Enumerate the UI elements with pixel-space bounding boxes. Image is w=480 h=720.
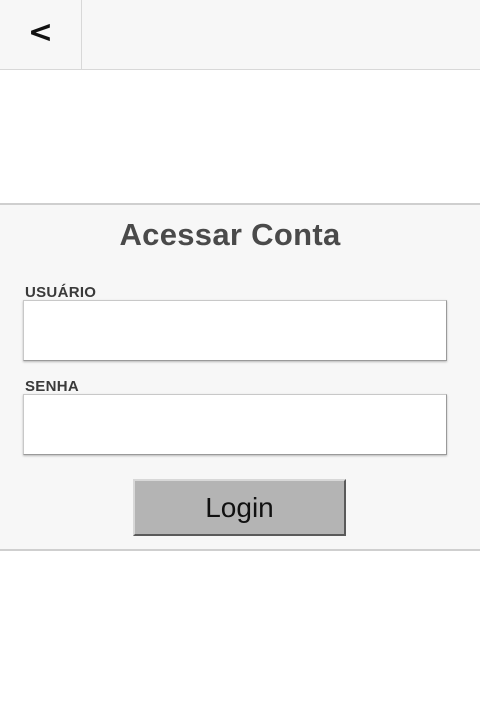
back-button[interactable]: <: [0, 0, 82, 69]
password-label: SENHA: [25, 378, 80, 395]
page-title: Acessar Conta: [119, 217, 341, 252]
login-panel: Acessar Conta USUÁRIO SENHA Login: [0, 203, 480, 551]
top-bar: <: [0, 0, 480, 70]
username-label: USUÁRIO: [25, 284, 97, 301]
password-field[interactable]: [23, 394, 447, 455]
username-field[interactable]: [23, 300, 447, 361]
login-button[interactable]: Login: [133, 479, 346, 536]
back-icon: <: [27, 15, 54, 50]
